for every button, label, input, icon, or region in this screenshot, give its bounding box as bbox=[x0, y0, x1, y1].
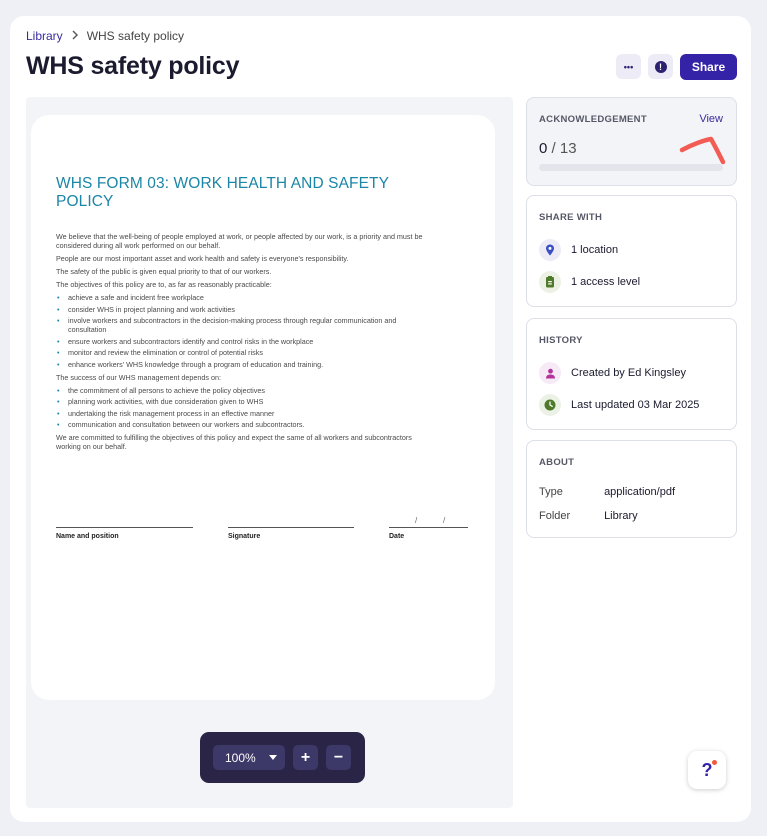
info-button[interactable]: ! bbox=[648, 54, 673, 79]
acknowledgement-card: ACKNOWLEDGEMENT View 0 / 13 bbox=[526, 97, 737, 186]
list-item: involve workers and subcontractors in th… bbox=[56, 316, 431, 334]
more-icon: ••• bbox=[623, 61, 634, 72]
about-type-label: Type bbox=[539, 486, 563, 498]
document-title: WHS FORM 03: WORK HEALTH AND SAFETY POLI… bbox=[56, 175, 389, 210]
help-icon: ? bbox=[701, 759, 713, 780]
list-item: the commitment of all persons to achieve… bbox=[56, 386, 431, 395]
about-folder-label: Folder bbox=[539, 510, 571, 522]
about-heading: ABOUT bbox=[539, 457, 575, 468]
doc-paragraph: We believe that the well-being of people… bbox=[56, 232, 423, 250]
share-access-row[interactable]: 1 access level bbox=[539, 271, 640, 293]
share-button[interactable]: Share bbox=[680, 54, 737, 80]
share-with-heading: SHARE WITH bbox=[539, 212, 603, 223]
about-folder-value: Library bbox=[604, 510, 638, 522]
list-item: monitor and review the elimination or co… bbox=[56, 348, 431, 357]
history-created-row: Created by Ed Kingsley bbox=[539, 362, 686, 384]
list-item: planning work activities, with due consi… bbox=[56, 397, 431, 406]
ack-count-value: 0 bbox=[539, 140, 548, 157]
about-folder-row: Folder Library bbox=[539, 510, 638, 522]
sig-label-name: Name and position bbox=[56, 533, 119, 540]
list-item: enhance workers' WHS knowledge through a… bbox=[56, 360, 431, 369]
zoom-select[interactable]: 100% bbox=[213, 745, 285, 770]
alert-icon: ! bbox=[654, 60, 667, 73]
history-created-label: Created by Ed Kingsley bbox=[571, 367, 686, 379]
acknowledgement-count: 0 / 13 bbox=[539, 140, 577, 157]
about-type-value: application/pdf bbox=[604, 486, 676, 498]
view-acknowledgement-link[interactable]: View bbox=[699, 113, 723, 125]
depends-list: the commitment of all persons to achieve… bbox=[56, 386, 431, 430]
help-button[interactable]: ? bbox=[688, 751, 726, 789]
about-card: ABOUT Type application/pdf Folder Librar… bbox=[526, 440, 737, 538]
signature-line-date: / / Date bbox=[389, 516, 468, 540]
doc-paragraph: People are our most important asset and … bbox=[56, 254, 349, 263]
date-separator: / bbox=[443, 516, 446, 525]
document-page: WHS FORM 03: WORK HEALTH AND SAFETY POLI… bbox=[31, 115, 495, 700]
doc-paragraph: The safety of the public is given equal … bbox=[56, 267, 272, 276]
zoom-in-button[interactable]: + bbox=[293, 745, 318, 770]
doc-paragraph: The objectives of this policy are to, as… bbox=[56, 280, 272, 289]
about-type-row: Type application/pdf bbox=[539, 486, 675, 498]
history-updated-label: Last updated 03 Mar 2025 bbox=[571, 399, 700, 411]
zoom-out-button[interactable]: − bbox=[326, 745, 351, 770]
sig-label-date: Date bbox=[389, 533, 405, 540]
document-viewer[interactable]: WHS FORM 03: WORK HEALTH AND SAFETY POLI… bbox=[26, 97, 513, 808]
list-item: consider WHS in project planning and wor… bbox=[56, 305, 431, 314]
history-updated-row: Last updated 03 Mar 2025 bbox=[539, 394, 699, 416]
list-item: communication and consultation between o… bbox=[56, 420, 431, 429]
location-pin-icon bbox=[539, 239, 561, 261]
acknowledgement-heading: ACKNOWLEDGEMENT bbox=[539, 114, 647, 125]
badge-icon bbox=[539, 271, 561, 293]
share-location-row[interactable]: 1 location bbox=[539, 239, 618, 261]
ack-count-total: / 13 bbox=[551, 140, 577, 157]
acknowledgement-progress bbox=[539, 164, 723, 171]
signature-line-name: Name and position bbox=[56, 527, 193, 540]
zoom-toolbar: 100% + − bbox=[200, 732, 365, 783]
notification-dot bbox=[712, 760, 717, 765]
list-item: ensure workers and subcontractors identi… bbox=[56, 337, 431, 346]
user-icon bbox=[539, 362, 561, 384]
share-with-card: SHARE WITH 1 location 1 access level bbox=[526, 195, 737, 307]
document-body: We believe that the well-being of people… bbox=[56, 232, 431, 455]
history-heading: HISTORY bbox=[539, 335, 583, 346]
page-title: WHS safety policy bbox=[26, 52, 240, 80]
list-item: achieve a safe and incident free workpla… bbox=[56, 293, 431, 302]
clock-icon bbox=[539, 394, 561, 416]
more-options-button[interactable]: ••• bbox=[616, 54, 641, 79]
breadcrumb-current: WHS safety policy bbox=[86, 28, 185, 43]
doc-paragraph: We are committed to fulfilling the objec… bbox=[56, 433, 412, 451]
signature-line-signature: Signature bbox=[228, 527, 354, 540]
date-separator: / bbox=[415, 516, 418, 525]
objectives-list: achieve a safe and incident free workpla… bbox=[56, 293, 431, 369]
share-location-label: 1 location bbox=[571, 244, 619, 256]
share-access-label: 1 access level bbox=[571, 276, 641, 288]
history-card: HISTORY Created by Ed Kingsley Last upda… bbox=[526, 318, 737, 430]
zoom-level: 100% bbox=[225, 750, 256, 765]
list-item: undertaking the risk management process … bbox=[56, 409, 431, 418]
breadcrumb-library-link[interactable]: Library bbox=[26, 29, 63, 43]
breadcrumb: Library WHS safety policy bbox=[26, 28, 184, 43]
annotation-arrow-icon bbox=[679, 136, 726, 165]
doc-paragraph: The success of our WHS management depend… bbox=[56, 372, 222, 382]
sig-label-signature: Signature bbox=[228, 533, 261, 540]
caret-down-icon bbox=[269, 755, 277, 760]
app-frame: Library WHS safety policy WHS safety pol… bbox=[10, 16, 751, 822]
chevron-right-icon bbox=[71, 28, 79, 43]
